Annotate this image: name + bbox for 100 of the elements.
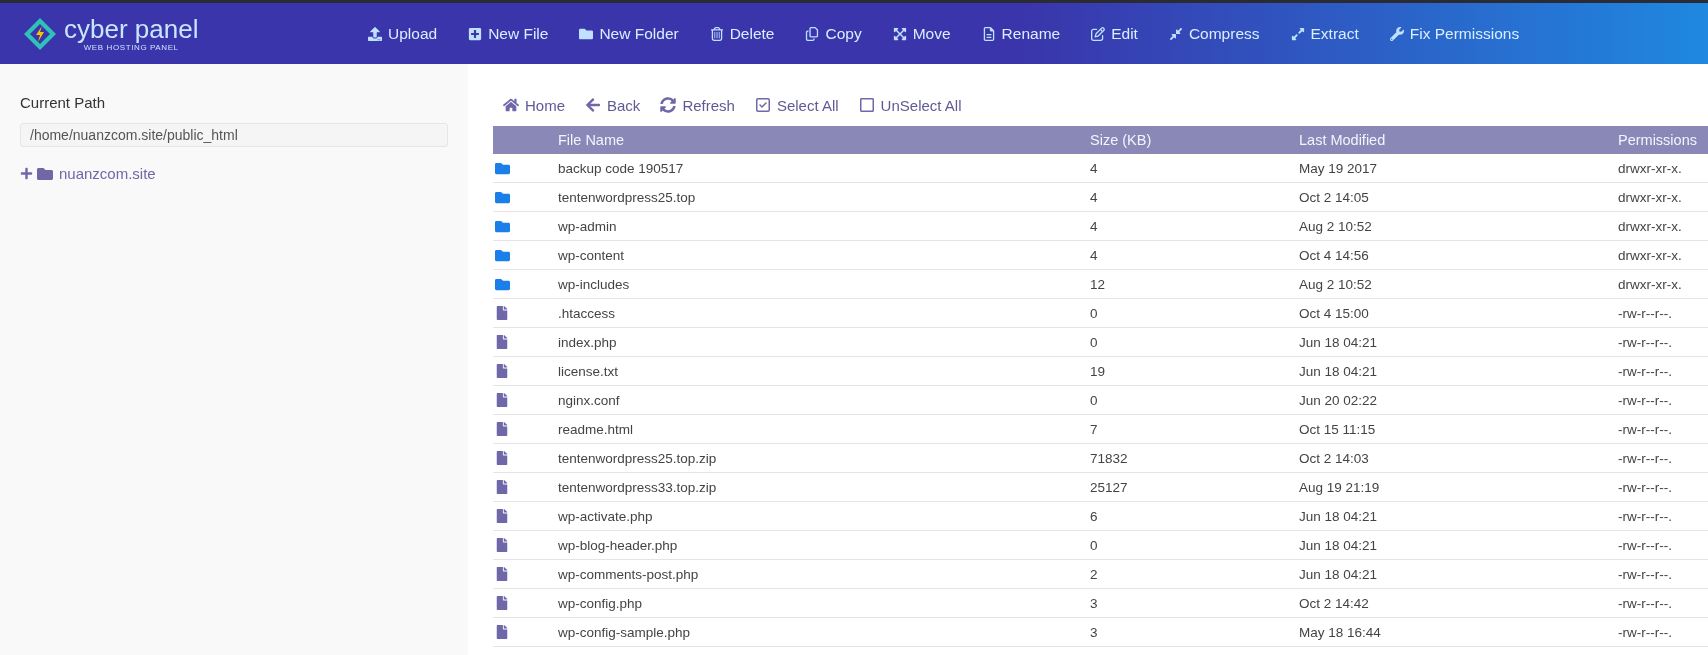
size-cell: 4 [1090,212,1299,241]
permissions-cell: -rw-r--r--. [1618,299,1708,328]
permissions-cell: -rw-r--r--. [1618,415,1708,444]
file-icon [495,509,509,523]
modified-cell: Oct 2 14:42 [1299,589,1618,618]
toolbar-button[interactable]: Back [585,96,641,114]
permissions-cell: -rw-r--r--. [1618,386,1708,415]
file-name-cell[interactable]: tentenwordpress25.top [558,183,1090,212]
toolbar-button[interactable]: Edit [1091,24,1138,43]
file-name-cell[interactable]: wp-activate.php [558,502,1090,531]
toolbar-button[interactable]: Copy [805,24,862,43]
file-name-cell[interactable]: wp-content [558,241,1090,270]
permissions-cell: -rw-r--r--. [1618,618,1708,647]
toolbar-button[interactable]: Compress [1168,24,1260,43]
logo-tagline: WEB HOSTING PANEL [83,42,179,52]
modified-cell: Oct 4 15:00 [1299,299,1618,328]
modified-cell: Jun 18 04:21 [1299,328,1618,357]
tree-item[interactable]: nuanzcom.site [59,165,156,182]
folder-icon [495,189,510,205]
size-cell: 4 [1090,154,1299,183]
toolbar-button[interactable]: New File [468,24,549,43]
size-cell: 19 [1090,357,1299,386]
size-cell: 71832 [1090,444,1299,473]
folder-icon [495,276,510,292]
modified-cell: Jun 20 02:22 [1299,386,1618,415]
permissions-cell: -rw-r--r--. [1618,531,1708,560]
modified-cell: Aug 19 21:19 [1299,473,1618,502]
modified-cell: Oct 15 11:15 [1299,415,1618,444]
file-name-cell[interactable]: license.txt [558,357,1090,386]
size-cell: 4 [1090,183,1299,212]
size-cell: 3 [1090,618,1299,647]
size-cell: 0 [1090,386,1299,415]
expand-icon [1290,26,1305,41]
file-name-cell[interactable]: .htaccess [558,299,1090,328]
file-name-cell[interactable]: wp-config-sample.php [558,618,1090,647]
size-cell: 0 [1090,531,1299,560]
toolbar-button[interactable]: Delete [709,24,775,43]
file-name-cell[interactable]: wp-comments-post.php [558,560,1090,589]
logo-name: cyber panel [64,15,199,43]
file-name-cell[interactable]: readme.html [558,415,1090,444]
file-icon [495,422,509,436]
file-name-cell[interactable]: backup code 190517 [558,154,1090,183]
size-cell: 12 [1090,270,1299,299]
file-icon [495,364,509,378]
permissions-cell: -rw-r--r--. [1618,473,1708,502]
toolbar-button[interactable]: Upload [368,24,438,43]
file-name-cell[interactable]: tentenwordpress33.top.zip [558,473,1090,502]
permissions-cell: -rw-r--r--. [1618,560,1708,589]
copy-icon [805,26,820,41]
file-name-cell[interactable]: index.php [558,328,1090,357]
path-field[interactable]: /home/nuanzcom.site/public_html [20,123,448,147]
permissions-cell: drwxr-xr-x. [1618,270,1708,299]
size-cell: 6 [1090,502,1299,531]
size-cell: 4 [1090,241,1299,270]
toolbar-button[interactable]: Refresh [660,96,735,114]
permissions-cell: -rw-r--r--. [1618,502,1708,531]
file-name-cell[interactable]: tentenwordpress25.top.zip [558,444,1090,473]
modified-cell: Jun 18 04:21 [1299,531,1618,560]
toolbar-button[interactable]: Extract [1290,24,1359,43]
column-header: File Name [558,126,1090,154]
file-name-cell[interactable]: wp-admin [558,212,1090,241]
permissions-cell: drwxr-xr-x. [1618,241,1708,270]
toolbar-button[interactable]: New Folder [579,24,679,43]
modified-cell: May 18 16:44 [1299,618,1618,647]
file-icon [495,451,509,465]
file-icon [495,480,509,494]
column-header: Permissions [1618,126,1708,154]
trash-icon [709,26,724,41]
modified-cell: Oct 4 14:56 [1299,241,1618,270]
toolbar-button[interactable]: Move [892,24,951,43]
folder-icon [495,247,510,263]
toolbar-button[interactable]: Home [503,96,565,114]
column-header: Last Modified [1299,126,1618,154]
file-icon [495,538,509,552]
permissions-cell: drwxr-xr-x. [1618,183,1708,212]
toolbar-button[interactable]: Fix Permissions [1389,24,1520,43]
file-name-cell[interactable]: wp-blog-header.php [558,531,1090,560]
size-cell: 25127 [1090,473,1299,502]
home-icon [503,97,519,113]
arrows-icon [892,26,907,41]
checkbox-checked-icon [754,97,771,113]
toolbar-button[interactable]: Select All [754,96,839,114]
file-name-cell[interactable]: wp-includes [558,270,1090,299]
upload-icon [368,26,382,41]
toolbar-button[interactable]: UnSelect All [858,96,962,114]
file-name-cell[interactable]: nginx.conf [558,386,1090,415]
toolbar-button[interactable]: Rename [981,24,1061,43]
folder-icon [579,26,594,41]
permissions-cell: -rw-r--r--. [1618,357,1708,386]
file-icon [495,335,509,349]
logo-icon [22,15,58,52]
plus-icon[interactable] [20,167,33,180]
checkbox-icon [858,97,875,113]
file-icon [495,567,509,581]
modified-cell: Jun 18 04:21 [1299,502,1618,531]
size-cell: 3 [1090,589,1299,618]
file-icon [495,596,509,610]
file-name-cell[interactable]: wp-config.php [558,589,1090,618]
size-cell: 0 [1090,328,1299,357]
folder-icon [495,218,510,234]
